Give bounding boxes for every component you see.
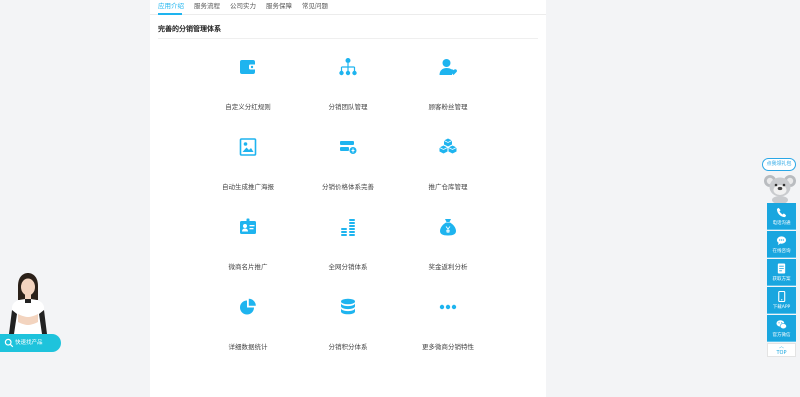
feature-data-statistics[interactable]: 详细数据统计: [193, 297, 303, 367]
feature-label: 推广仓库管理: [428, 183, 468, 191]
feature-label: 分销价格体系完善: [322, 183, 374, 191]
consultant-avatar[interactable]: [4, 270, 52, 338]
download-app-button[interactable]: 下载APP: [767, 287, 796, 314]
feature-price-system[interactable]: 分销价格体系完善: [293, 137, 403, 207]
boxes-icon: [438, 137, 458, 157]
feature-auto-poster[interactable]: 自动生成推广海报: [193, 137, 303, 207]
money-bag-icon: [438, 217, 458, 237]
phone-contact-button[interactable]: 电话沟通: [767, 203, 796, 230]
official-wechat-button[interactable]: 官方微信: [767, 315, 796, 342]
quick-find-product-button[interactable]: 快速找产品: [0, 334, 61, 352]
team-tree-icon: [338, 57, 358, 77]
tab-app-intro[interactable]: 应用介绍: [158, 2, 184, 11]
divider: [158, 38, 538, 39]
feature-label: 顾客粉丝管理: [428, 103, 468, 111]
phone-icon: [776, 207, 787, 218]
tab-service-process[interactable]: 服务流程: [194, 2, 220, 11]
get-plan-label: 获取方案: [772, 277, 791, 282]
online-consult-button[interactable]: 在线咨询: [767, 231, 796, 258]
chat-icon: [776, 235, 787, 246]
feature-label: 分销团队管理: [328, 103, 368, 111]
feature-custom-dividend[interactable]: 自定义分红规则: [193, 57, 303, 127]
search-icon: [4, 338, 14, 348]
feature-more[interactable]: 更多微商分销特性: [393, 297, 503, 367]
more-dots-icon: [438, 297, 458, 317]
feature-warehouse[interactable]: 推广仓库管理: [393, 137, 503, 207]
wallet-icon: [238, 57, 258, 77]
back-to-top-button[interactable]: ︿ TOP: [767, 343, 796, 357]
download-app-label: 下载APP: [772, 305, 791, 310]
user-heart-icon: [438, 57, 458, 77]
feature-business-card[interactable]: 微商名片推广: [193, 217, 303, 287]
feature-bonus-analysis[interactable]: 奖金返利分析: [393, 217, 503, 287]
get-plan-button[interactable]: 获取方案: [767, 259, 796, 286]
tab-company-strength[interactable]: 公司实力: [230, 2, 256, 11]
feature-label: 奖金返利分析: [428, 263, 468, 271]
database-icon: [338, 297, 358, 317]
back-to-top-label: TOP: [776, 350, 787, 356]
document-icon: [776, 263, 787, 274]
price-card-icon: [338, 137, 358, 157]
mobile-icon: [776, 291, 787, 302]
phone-contact-label: 电话沟通: [772, 221, 791, 226]
feature-label: 微商名片推广: [228, 263, 268, 271]
official-wechat-label: 官方微信: [772, 333, 791, 338]
feature-label: 详细数据统计: [228, 343, 268, 351]
section-title: 完善的分销管理体系: [158, 25, 221, 33]
feature-fans-management[interactable]: 顾客粉丝管理: [393, 57, 503, 127]
tab-service-guarantee[interactable]: 服务保障: [266, 2, 292, 11]
feature-label: 分销积分体系: [328, 343, 368, 351]
quick-find-product-label: 快速找产品: [15, 340, 43, 346]
pie-chart-icon: [238, 297, 258, 317]
coin-stack-icon: [338, 217, 358, 237]
feature-label: 自动生成推广海报: [222, 183, 274, 191]
feature-network-distribution[interactable]: 全网分销体系: [293, 217, 403, 287]
active-tab-indicator: [158, 13, 182, 15]
tab-faq[interactable]: 常见问题: [302, 2, 328, 11]
koala-mascot-icon[interactable]: [763, 170, 797, 204]
feature-label: 更多微商分销特性: [422, 343, 474, 351]
wechat-icon: [776, 319, 787, 330]
feature-label: 自定义分红规则: [225, 103, 271, 111]
feature-team-management[interactable]: 分销团队管理: [293, 57, 403, 127]
poster-image-icon: [238, 137, 258, 157]
online-consult-label: 在线咨询: [772, 249, 791, 254]
feature-points-system[interactable]: 分销积分体系: [293, 297, 403, 367]
id-card-icon: [238, 217, 258, 237]
main-content-panel: 应用介绍 服务流程 公司实力 服务保障 常见问题 完善的分销管理体系 自定义分红…: [150, 0, 546, 397]
tab-bar: 应用介绍 服务流程 公司实力 服务保障 常见问题: [150, 0, 546, 15]
feature-label: 全网分销体系: [328, 263, 368, 271]
